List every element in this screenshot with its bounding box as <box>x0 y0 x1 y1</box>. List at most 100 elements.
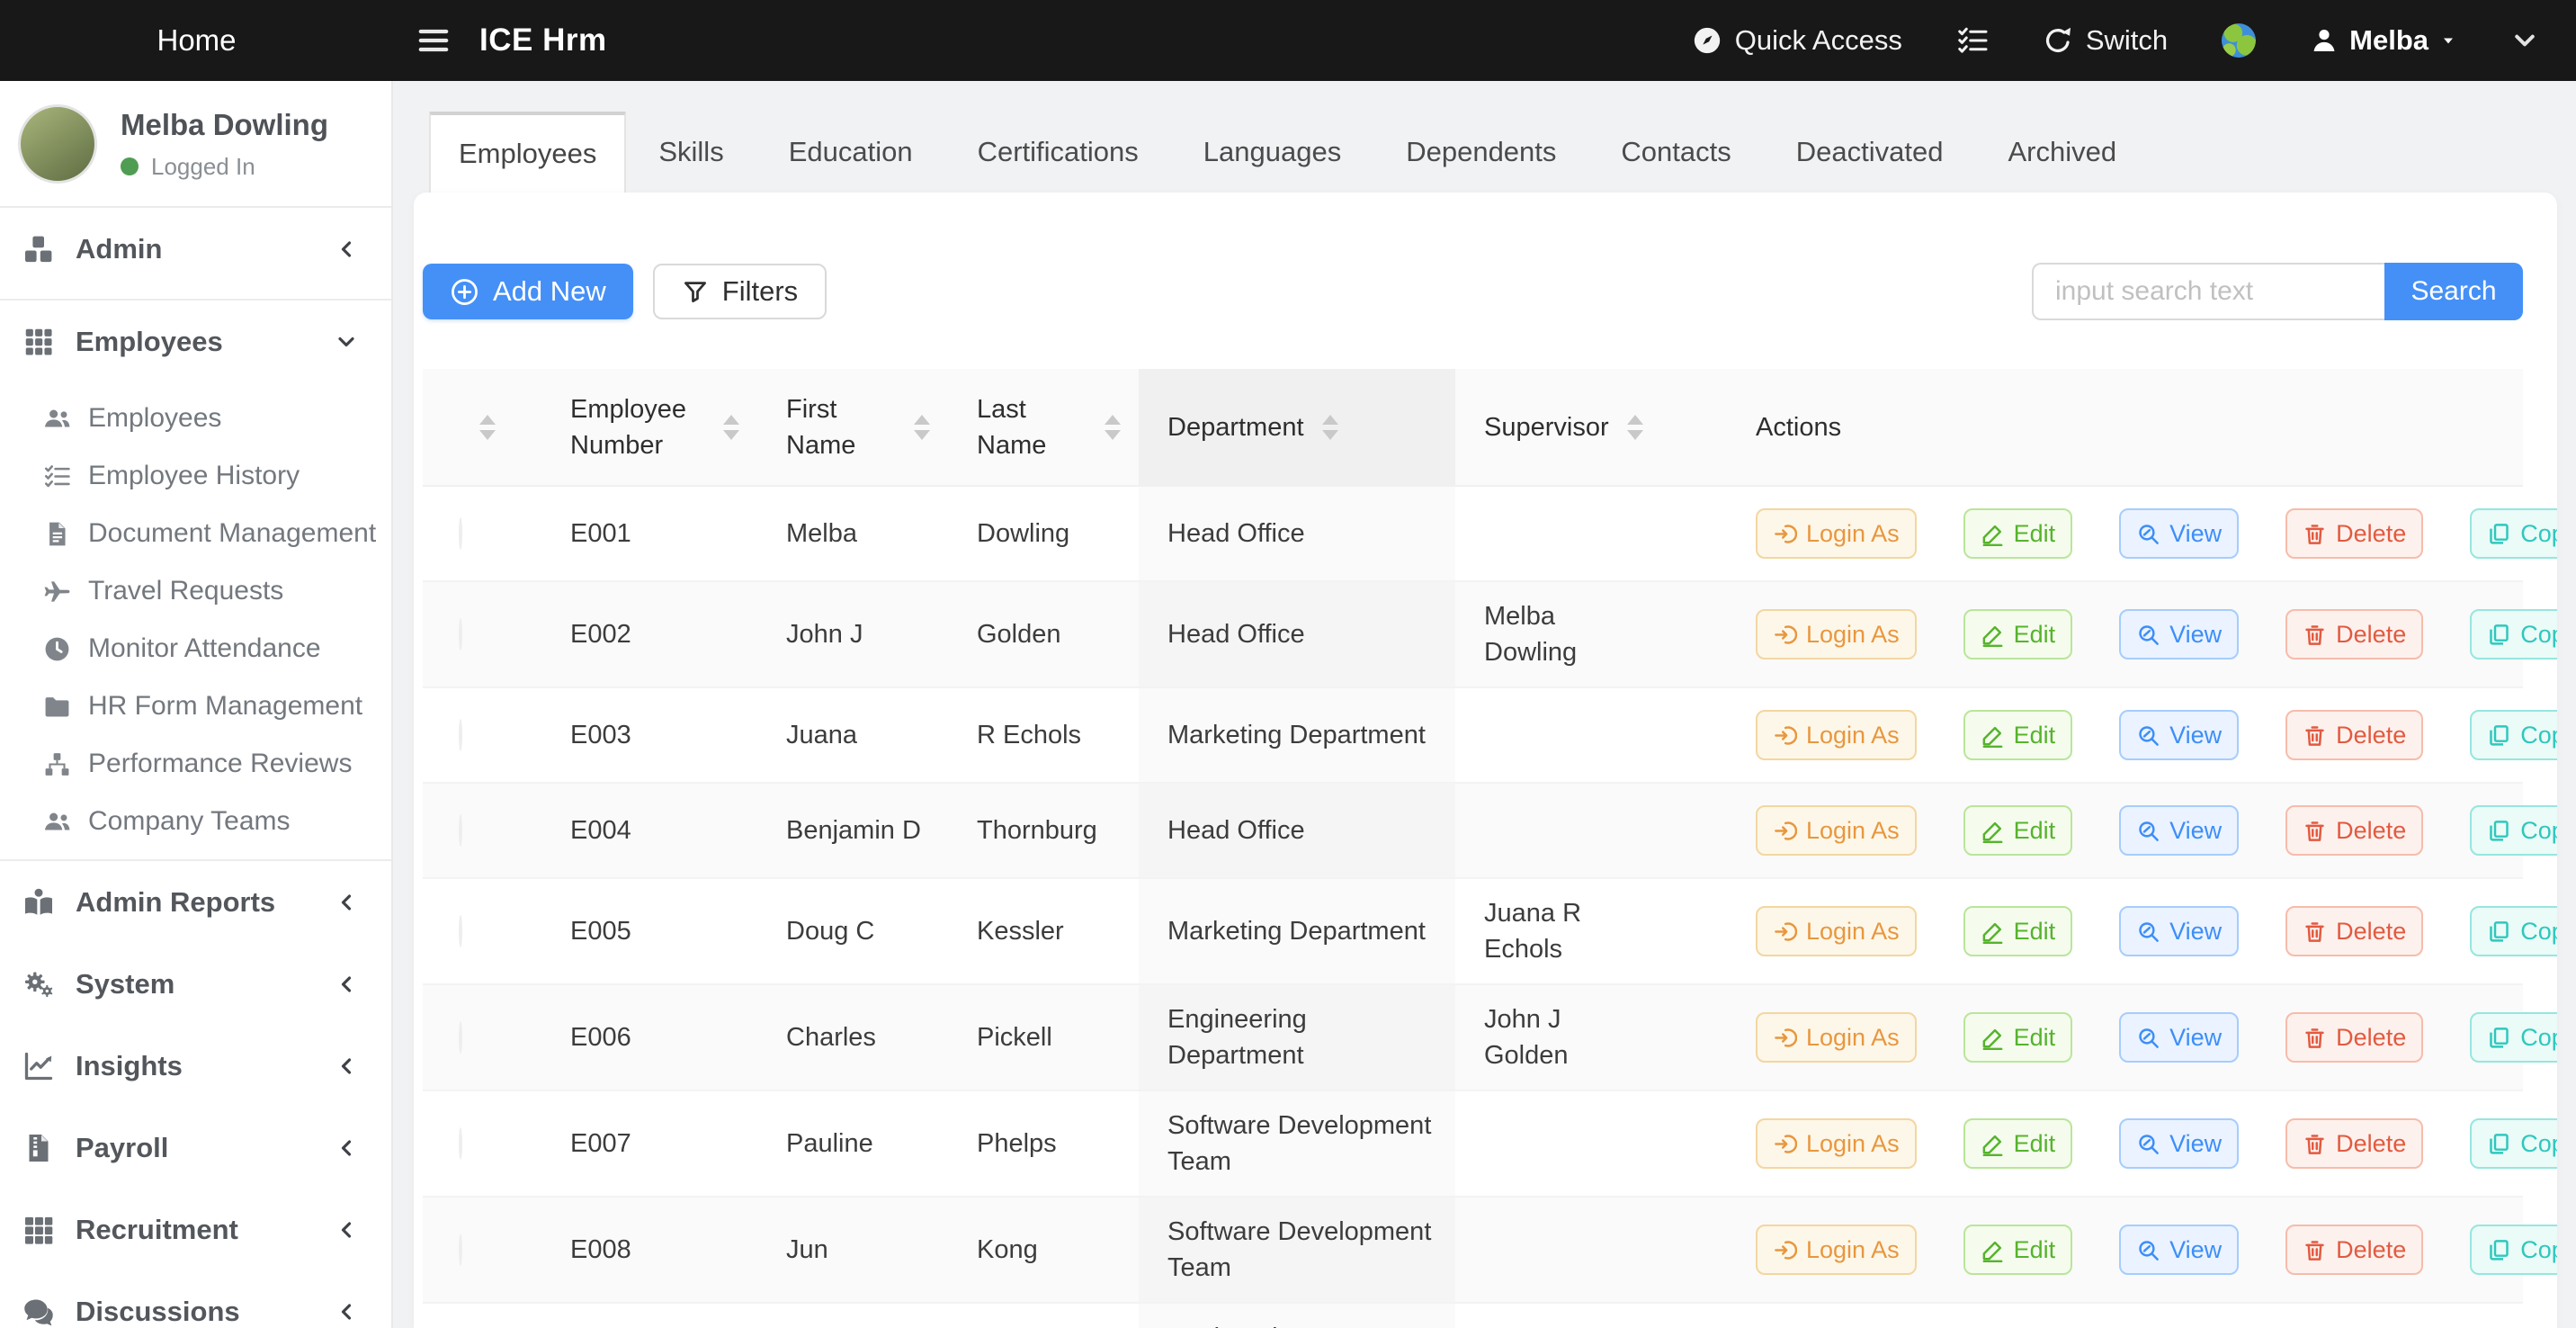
sidebar-item-label: Company Teams <box>88 806 291 837</box>
tab-contacts[interactable]: Contacts <box>1588 112 1763 193</box>
delete-button[interactable]: Delete <box>2285 609 2423 660</box>
delete-button[interactable]: Delete <box>2285 1118 2423 1169</box>
checklist-icon[interactable] <box>1956 24 1989 57</box>
sidebar-item-payroll[interactable]: Payroll <box>0 1107 391 1189</box>
copy-button[interactable]: Copy <box>2470 609 2557 660</box>
sidebar-item-document-management[interactable]: Document Management <box>0 505 391 562</box>
copy-button[interactable]: Copy <box>2470 710 2557 760</box>
view-button[interactable]: View <box>2119 906 2239 956</box>
table-header: Employee NumberFirst NameLast NameDepart… <box>423 369 2523 486</box>
sitemap-icon <box>43 750 71 778</box>
tab-deactivated[interactable]: Deactivated <box>1764 112 1976 193</box>
edit-button[interactable]: Edit <box>1963 805 2073 856</box>
login-as-button[interactable]: Login As <box>1756 710 1917 760</box>
sidebar-item-label: Monitor Attendance <box>88 633 321 664</box>
chevron-down-icon[interactable] <box>2511 27 2538 54</box>
login-as-button[interactable]: Login As <box>1756 1118 1917 1169</box>
login-as-button[interactable]: Login As <box>1756 906 1917 956</box>
avatar-cell <box>423 878 541 984</box>
quick-access-button[interactable]: Quick Access <box>1692 24 1902 57</box>
sidebar-item-insights[interactable]: Insights <box>0 1025 391 1107</box>
column-header-last-name[interactable]: Last Name <box>948 369 1139 486</box>
sort-carets[interactable] <box>1627 415 1643 440</box>
search-input[interactable] <box>2032 263 2384 320</box>
edit-button[interactable]: Edit <box>1963 906 2073 956</box>
tab-education[interactable]: Education <box>756 112 945 193</box>
login-as-button[interactable]: Login As <box>1756 805 1917 856</box>
copy-button[interactable]: Copy <box>2470 906 2557 956</box>
sidebar-item-discussions[interactable]: Discussions <box>0 1270 391 1328</box>
user-menu[interactable]: Melba <box>2310 24 2457 57</box>
sidebar-item-admin-reports[interactable]: Admin Reports <box>0 861 391 943</box>
column-header-avatar[interactable] <box>423 369 541 486</box>
sidebar-item-employees[interactable]: Employees <box>0 390 391 447</box>
sort-carets[interactable] <box>479 415 496 440</box>
login-as-button[interactable]: Login As <box>1756 508 1917 559</box>
switch-button[interactable]: Switch <box>2043 24 2168 57</box>
nav-home-link[interactable]: Home <box>0 23 393 58</box>
login-as-button[interactable]: Login As <box>1756 1225 1917 1275</box>
sidebar-item-hr-form-management[interactable]: HR Form Management <box>0 677 391 735</box>
tab-dependents[interactable]: Dependents <box>1373 112 1588 193</box>
delete-icon <box>2303 723 2327 748</box>
delete-button[interactable]: Delete <box>2285 710 2423 760</box>
add-new-button[interactable]: Add New <box>423 264 633 319</box>
delete-button[interactable]: Delete <box>2285 1225 2423 1275</box>
column-header-supervisor[interactable]: Supervisor <box>1455 369 1669 486</box>
sidebar-item-admin[interactable]: Admin <box>0 208 391 290</box>
tab-skills[interactable]: Skills <box>626 112 756 193</box>
delete-button[interactable]: Delete <box>2285 508 2423 559</box>
edit-button[interactable]: Edit <box>1963 609 2073 660</box>
search-button[interactable]: Search <box>2384 263 2523 320</box>
edit-button[interactable]: Edit <box>1963 508 2073 559</box>
view-button[interactable]: View <box>2119 805 2239 856</box>
filters-button[interactable]: Filters <box>653 264 827 319</box>
column-header-department[interactable]: Department <box>1139 369 1455 486</box>
sidebar-item-employees[interactable]: Employees <box>0 301 391 382</box>
sidebar: Melba Dowling Logged In AdminEmployeesEm… <box>0 81 393 1328</box>
edit-button[interactable]: Edit <box>1963 1225 2073 1275</box>
delete-button[interactable]: Delete <box>2285 1012 2423 1063</box>
copy-button[interactable]: Copy <box>2470 1225 2557 1275</box>
view-button[interactable]: View <box>2119 508 2239 559</box>
edit-button[interactable]: Edit <box>1963 1118 2073 1169</box>
plane-icon <box>43 578 71 606</box>
sidebar-item-monitor-attendance[interactable]: Monitor Attendance <box>0 620 391 677</box>
tab-archived[interactable]: Archived <box>1975 112 2149 193</box>
hamburger-menu-icon[interactable] <box>413 22 454 58</box>
copy-button[interactable]: Copy <box>2470 1118 2557 1169</box>
sidebar-item-company-teams[interactable]: Company Teams <box>0 793 391 850</box>
sort-carets[interactable] <box>914 415 930 440</box>
sidebar-item-system[interactable]: System <box>0 943 391 1025</box>
login-as-button[interactable]: Login As <box>1756 609 1917 660</box>
delete-button[interactable]: Delete <box>2285 805 2423 856</box>
edit-button[interactable]: Edit <box>1963 1012 2073 1063</box>
last-name-cell: Thornburg <box>948 783 1139 878</box>
sort-carets[interactable] <box>723 415 739 440</box>
column-header-first-name[interactable]: First Name <box>757 369 948 486</box>
supervisor-cell <box>1455 687 1669 783</box>
login-as-icon <box>1773 819 1797 843</box>
column-header-employee-number[interactable]: Employee Number <box>541 369 757 486</box>
tab-certifications[interactable]: Certifications <box>945 112 1171 193</box>
login-as-button[interactable]: Login As <box>1756 1012 1917 1063</box>
view-button[interactable]: View <box>2119 1225 2239 1275</box>
tab-employees[interactable]: Employees <box>429 112 626 193</box>
tab-languages[interactable]: Languages <box>1171 112 1373 193</box>
view-button[interactable]: View <box>2119 1118 2239 1169</box>
sidebar-item-travel-requests[interactable]: Travel Requests <box>0 562 391 620</box>
copy-button[interactable]: Copy <box>2470 805 2557 856</box>
copy-button[interactable]: Copy <box>2470 508 2557 559</box>
sidebar-item-employee-history[interactable]: Employee History <box>0 447 391 505</box>
sort-carets[interactable] <box>1322 415 1338 440</box>
delete-button[interactable]: Delete <box>2285 906 2423 956</box>
copy-button[interactable]: Copy <box>2470 1012 2557 1063</box>
view-button[interactable]: View <box>2119 710 2239 760</box>
view-button[interactable]: View <box>2119 1012 2239 1063</box>
sort-carets[interactable] <box>1105 415 1121 440</box>
view-button[interactable]: View <box>2119 609 2239 660</box>
globe-icon[interactable] <box>2222 23 2256 58</box>
sidebar-item-recruitment[interactable]: Recruitment <box>0 1189 391 1270</box>
sidebar-item-performance-reviews[interactable]: Performance Reviews <box>0 735 391 793</box>
edit-button[interactable]: Edit <box>1963 710 2073 760</box>
